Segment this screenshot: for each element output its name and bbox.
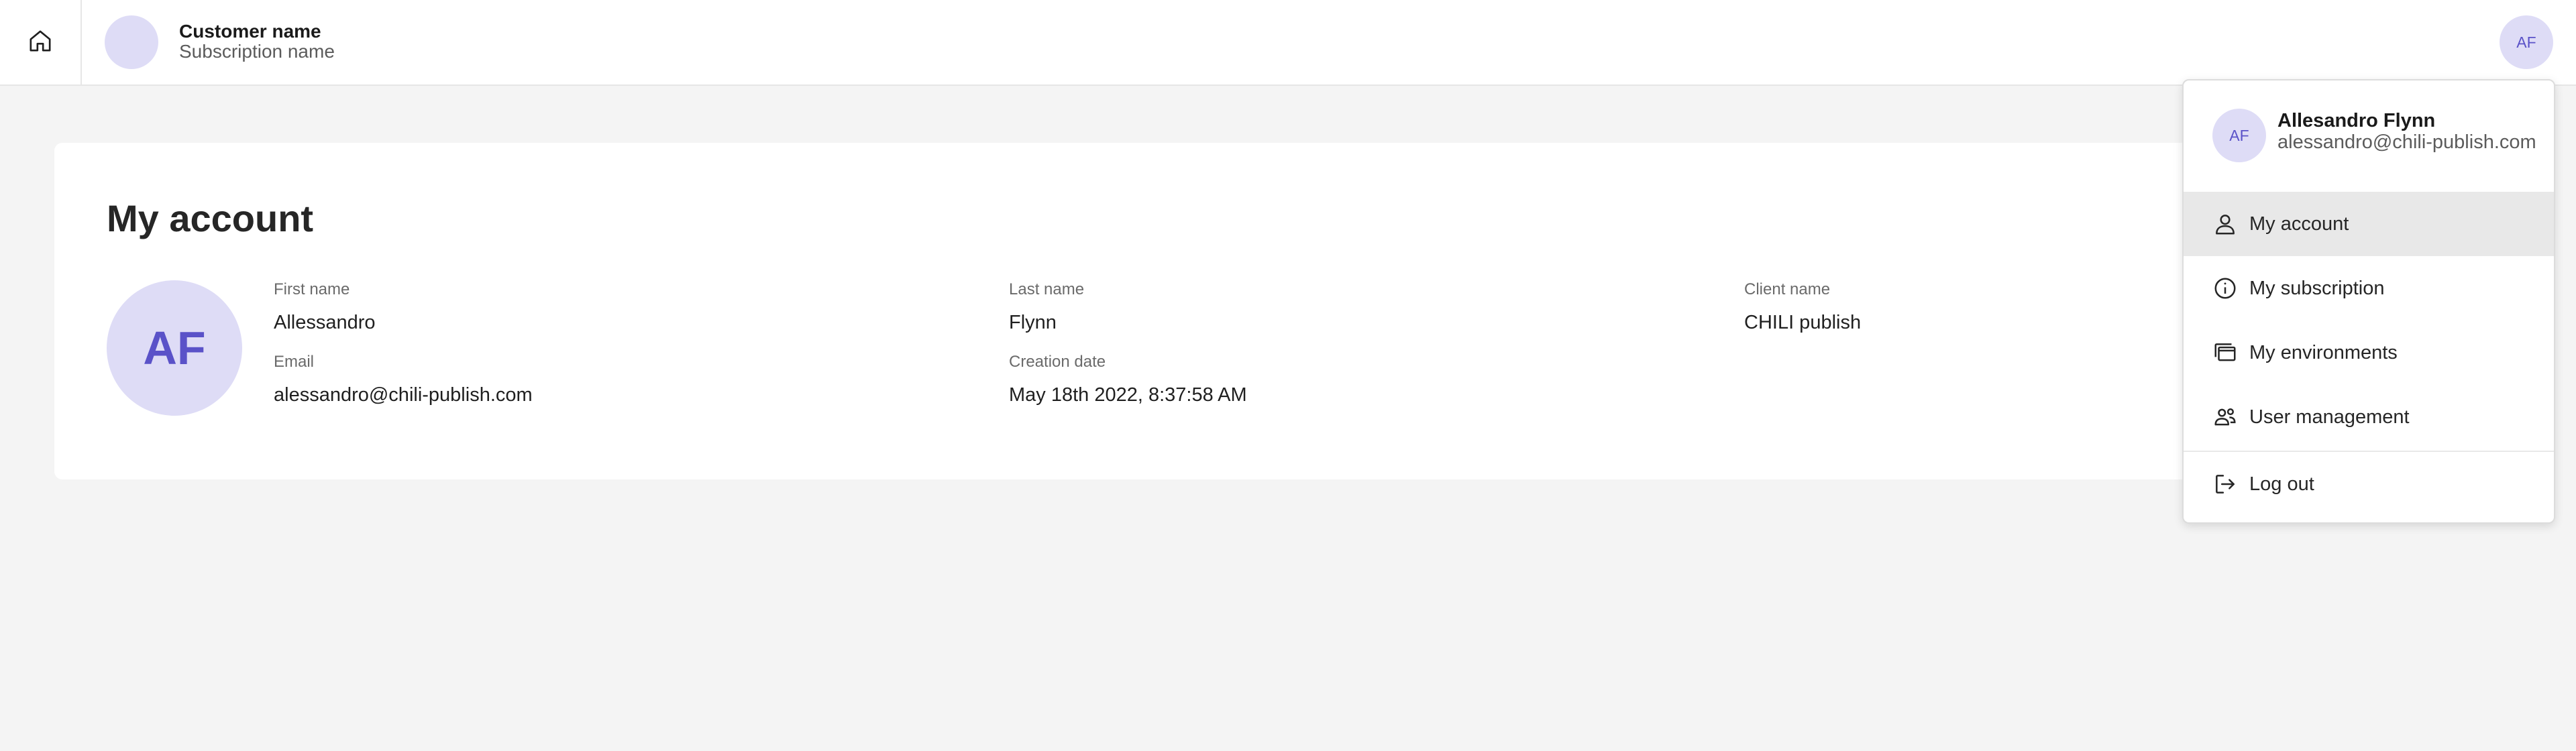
menu-avatar: AF <box>2212 109 2266 162</box>
menu-user-email: alessandro@chili-publish.com <box>2277 131 2536 153</box>
top-bar: Customer name Subscription name AF <box>0 0 2576 86</box>
menu-item-my-subscription[interactable]: My subscription <box>2184 256 2554 321</box>
creation-date-label: Creation date <box>1009 353 1106 371</box>
menu-item-label: My subscription <box>2249 277 2385 299</box>
customer-avatar <box>105 15 158 69</box>
account-avatar: AF <box>107 280 242 416</box>
page-title: My account <box>107 197 314 239</box>
environments-icon <box>2212 340 2238 365</box>
last-name-value: Flynn <box>1009 312 1057 333</box>
logout-icon <box>2212 471 2238 497</box>
client-name-value: CHILI publish <box>1744 312 1862 333</box>
menu-item-my-environments[interactable]: My environments <box>2184 321 2554 385</box>
creation-date-field: Creation date May 18th 2022, 8:37:58 AM <box>1009 353 1247 406</box>
customer-name: Customer name <box>179 21 321 42</box>
menu-item-label: My environments <box>2249 341 2398 363</box>
menu-item-label: User management <box>2249 406 2410 428</box>
last-name-label: Last name <box>1009 280 1085 298</box>
client-name-field: Client name CHILI publish <box>1744 280 1861 334</box>
client-name-label: Client name <box>1744 280 1831 298</box>
customer-info: Customer name Subscription name <box>179 21 335 62</box>
menu-item-my-account[interactable]: My account <box>2184 192 2554 256</box>
user-avatar-button[interactable]: AF <box>2500 15 2553 69</box>
subscription-name: Subscription name <box>179 41 335 62</box>
menu-item-label: My account <box>2249 213 2349 235</box>
email-label: Email <box>274 353 315 371</box>
first-name-field: First name Allessandro <box>274 280 376 334</box>
info-icon <box>2212 276 2238 301</box>
user-menu: AF Allesandro Flynn alessandro@chili-pub… <box>2182 79 2555 524</box>
home-button[interactable] <box>0 0 82 84</box>
email-field: Email alessandro@chili-publish.com <box>274 353 533 406</box>
creation-date-value: May 18th 2022, 8:37:58 AM <box>1009 384 1247 406</box>
email-value: alessandro@chili-publish.com <box>274 384 533 406</box>
users-icon <box>2212 404 2238 430</box>
menu-item-label: Log out <box>2249 473 2314 495</box>
account-card: My account AF First name Allessandro Las… <box>54 143 2322 479</box>
home-icon <box>27 27 54 58</box>
first-name-label: First name <box>274 280 350 298</box>
menu-item-log-out[interactable]: Log out <box>2184 452 2554 516</box>
menu-item-user-management[interactable]: User management <box>2184 385 2554 449</box>
user-menu-header: AF Allesandro Flynn alessandro@chili-pub… <box>2184 80 2554 192</box>
last-name-field: Last name Flynn <box>1009 280 1084 334</box>
first-name-value: Allessandro <box>274 312 376 333</box>
person-icon <box>2212 211 2238 237</box>
menu-user-name: Allesandro Flynn <box>2277 110 2436 131</box>
